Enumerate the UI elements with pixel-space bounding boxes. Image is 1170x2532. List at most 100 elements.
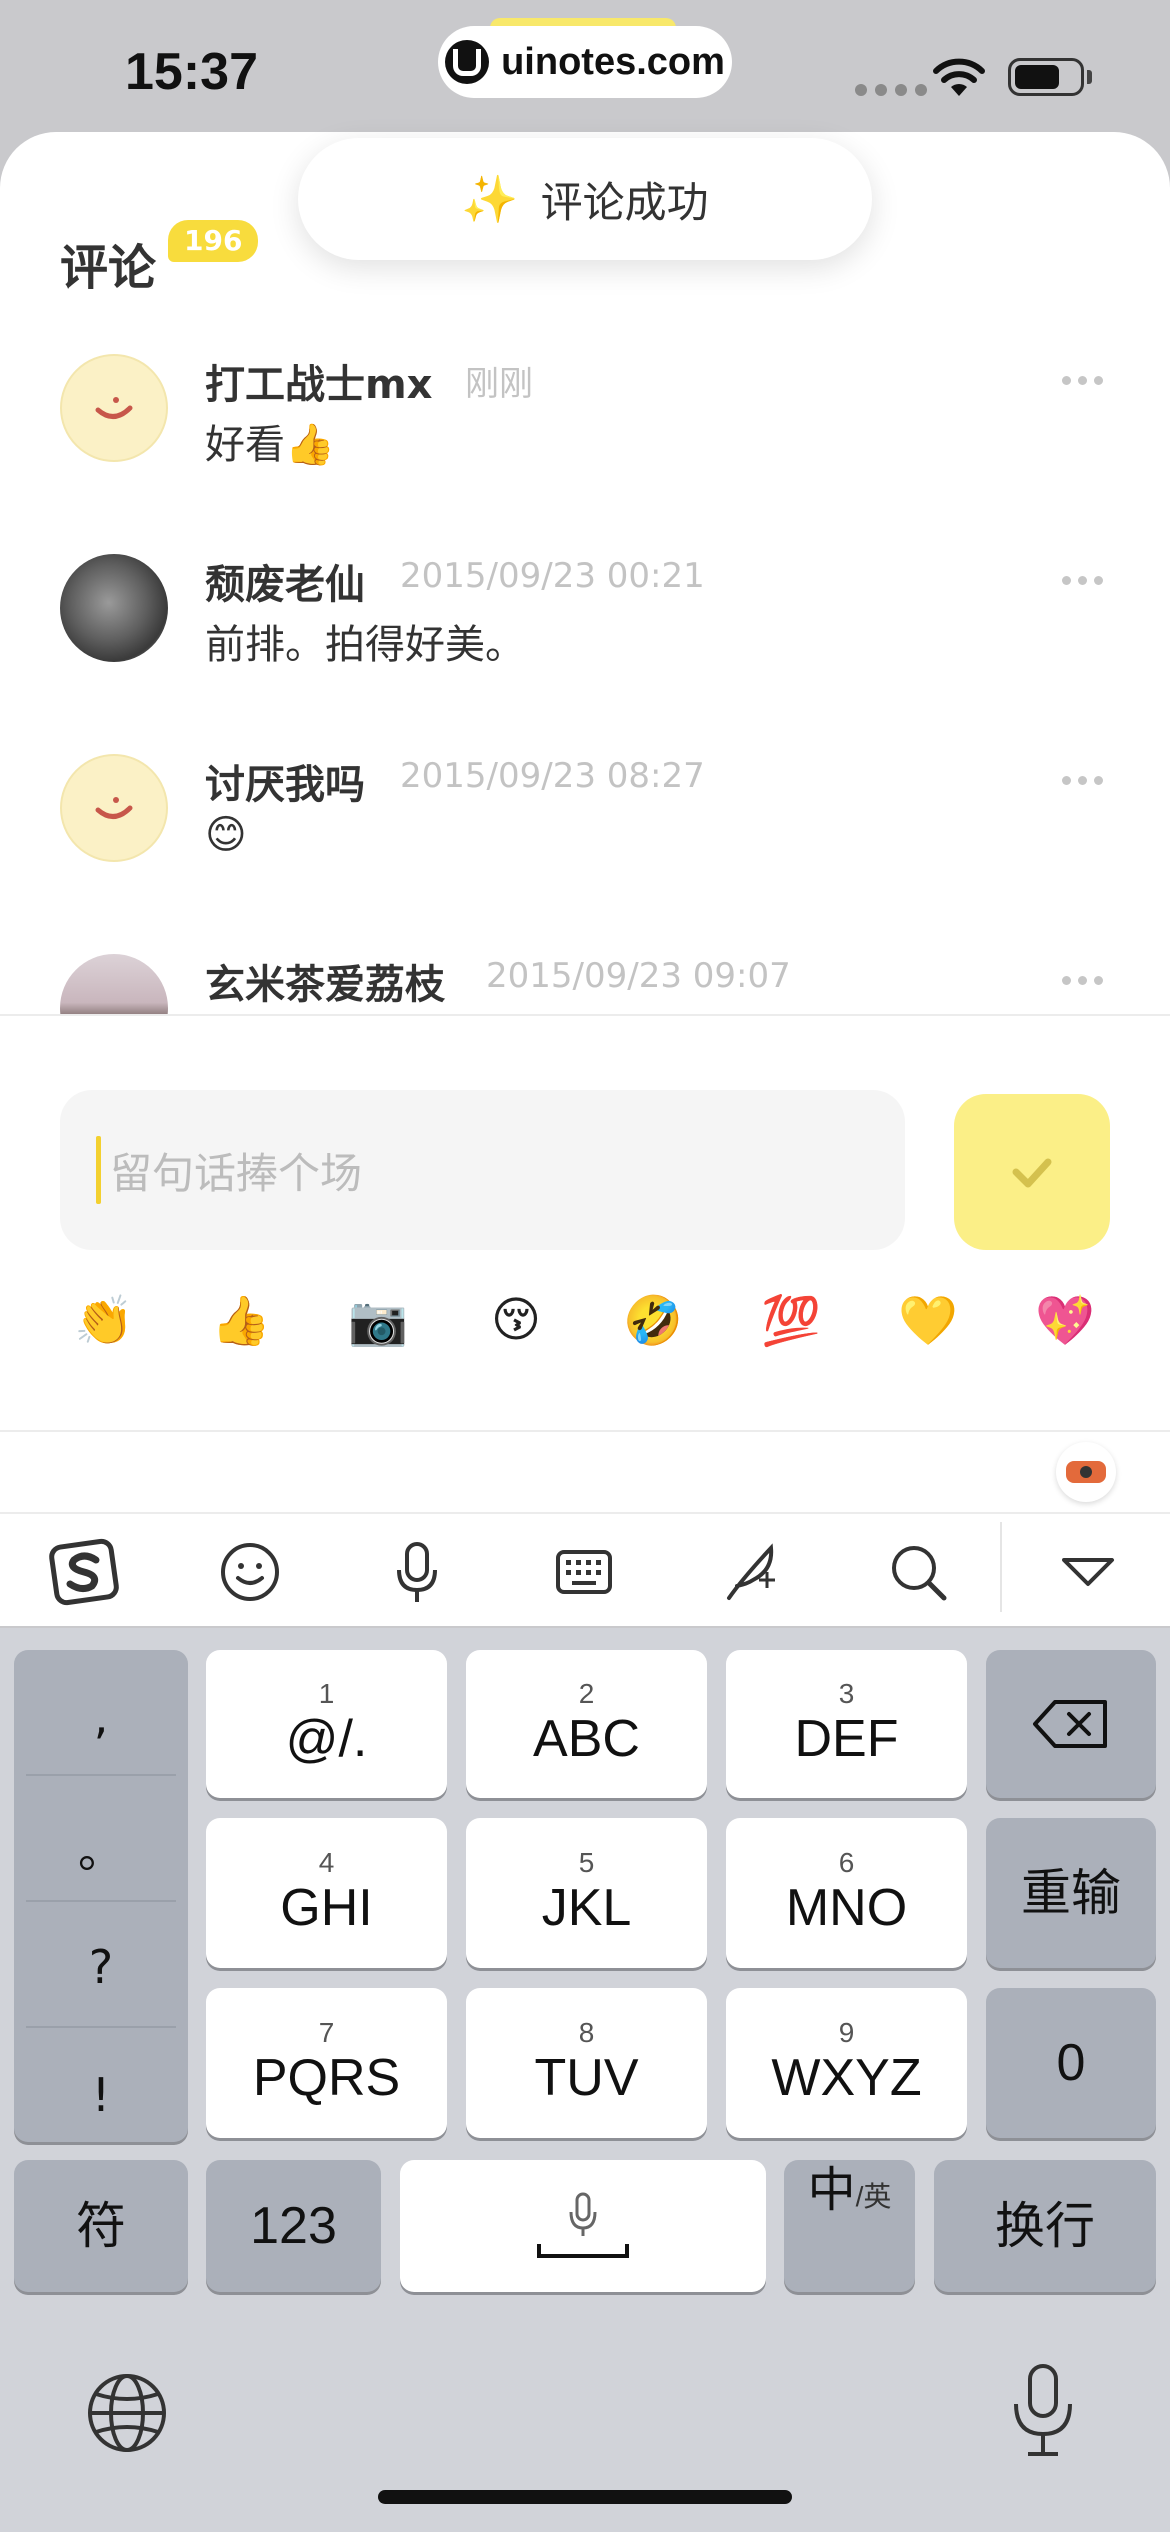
punct-comma-key[interactable]: , [14,1690,188,1744]
key-label: JKL [541,1879,632,1937]
emoji-sparkling-heart[interactable]: 💖 [1015,1292,1115,1349]
comment-time: 2015/09/23 00:21 [400,556,705,596]
key-label: DEF [794,1710,899,1768]
key-7[interactable]: 7 PQRS [206,1988,447,2138]
key-number: 8 [578,2017,595,2048]
uinotes-logo-icon [445,40,490,84]
comment-item[interactable]: 颓废老仙 2015/09/23 00:21 前排。拍得好美。 [0,532,1170,712]
return-key[interactable]: 换行 [934,2160,1156,2292]
language-switch-key[interactable]: 中 /英 [784,2160,915,2292]
send-button[interactable] [954,1094,1110,1250]
voice-input-icon[interactable] [381,1536,453,1608]
key-number: 1 [318,1678,335,1709]
more-options-icon[interactable] [1062,376,1103,385]
handwriting-feather-icon[interactable] [715,1536,787,1608]
toast-text: 评论成功 [540,177,709,227]
punct-period-key[interactable]: 。 [14,1815,188,1881]
divider [26,1900,176,1902]
avatar[interactable] [60,554,168,662]
avatar[interactable] [60,754,168,862]
divider [0,1014,1170,1016]
space-key[interactable] [400,2160,766,2292]
emoji-camera[interactable]: 📷 [328,1292,428,1349]
key-label: ABC [533,1710,640,1768]
backspace-key[interactable] [986,1650,1156,1798]
emoji-thumbs-up[interactable]: 👍 [191,1292,291,1349]
key-number: 2 [578,1678,595,1709]
comment-item[interactable]: 讨厌我吗 2015/09/23 08:27 😊 [0,732,1170,912]
key-label: PQRS [252,2049,401,2107]
emoji-kiss[interactable]: 😚 [466,1292,566,1348]
key-4[interactable]: 4 GHI [206,1818,447,1968]
comment-username[interactable]: 玄米茶爱荔枝 [205,952,445,1010]
home-indicator [378,2490,792,2504]
punctuation-column: , 。 ? ! [14,1650,188,2142]
comments-title: 评论 [60,240,157,296]
globe-icon[interactable] [84,2370,170,2456]
sparkles-icon: ✨ [461,171,519,226]
key-number: 5 [578,1847,595,1878]
status-bar: 15:37 uinotes.com [0,0,1170,140]
symbols-key[interactable]: 符 [14,2160,188,2292]
comment-input[interactable]: 留句话捧个场 [60,1090,905,1250]
comment-text: 前排。拍得好美。 [205,622,525,668]
sogou-logo-icon[interactable] [48,1536,120,1608]
numbers-key[interactable]: 123 [206,2160,381,2292]
comments-sheet: 评论 196 打工战士mx 刚刚 好看👍 颓废老仙 2015/09/23 00:… [0,132,1170,1512]
more-options-icon[interactable] [1062,576,1103,585]
comment-text: 😊 [205,812,247,858]
text-caret [96,1136,101,1204]
key-6[interactable]: 6 MNO [726,1818,967,1968]
battery-icon [1008,58,1084,96]
reenter-key[interactable]: 重输 [986,1818,1156,1968]
space-mic-icon [537,2192,629,2258]
avatar[interactable] [60,954,168,1014]
emoji-clap[interactable]: 👏 [54,1292,154,1349]
zero-key[interactable]: 0 [986,1988,1156,2138]
key-number: 9 [838,2017,855,2048]
key-2[interactable]: 2 ABC [466,1650,707,1798]
more-options-icon[interactable] [1062,976,1103,985]
avatar[interactable] [60,354,168,462]
punct-question-key[interactable]: ? [14,1940,188,1994]
comment-count-badge: 196 [168,220,259,262]
comment-text: 好看👍 [205,422,335,468]
key-sublabel: /英 [855,2181,892,2212]
key-3[interactable]: 3 DEF [726,1650,967,1798]
key-label: @/. [285,1710,368,1768]
emoji-100[interactable]: 💯 [741,1292,841,1349]
feedback-icon[interactable] [1056,1442,1116,1502]
keyboard-icon[interactable] [548,1536,620,1608]
quick-emoji-row: 👏 👍 📷 😚 🤣 💯 💛 💖 [0,1292,1170,1392]
key-1[interactable]: 1 @/. [206,1650,447,1798]
comment-username[interactable]: 打工战士mx [205,352,432,410]
key-5[interactable]: 5 JKL [466,1818,707,1968]
emoji-yellow-heart[interactable]: 💛 [878,1292,978,1349]
keyboard-toolbar [0,1512,1170,1626]
emoji-rofl[interactable]: 🤣 [603,1292,703,1349]
checkmark-icon [1012,1158,1052,1188]
comment-time: 刚刚 [465,364,533,404]
success-toast: ✨ 评论成功 [298,138,872,260]
comment-item[interactable]: 打工战士mx 刚刚 好看👍 [0,332,1170,512]
search-icon[interactable] [882,1536,954,1608]
emoji-keyboard-icon[interactable] [214,1536,286,1608]
key-label: 123 [250,2197,337,2255]
dictation-mic-icon[interactable] [1000,2362,1086,2462]
comment-item[interactable]: 玄米茶爱荔枝 2015/09/23 09:07 [0,932,1170,1014]
comment-username[interactable]: 讨厌我吗 [205,752,365,810]
smile-avatar-icon [95,397,133,419]
key-number: 7 [318,2017,335,2048]
punct-exclamation-key[interactable]: ! [14,2068,188,2122]
divider [26,2026,176,2028]
hide-keyboard-chevron-icon[interactable] [1052,1536,1124,1608]
key-9[interactable]: 9 WXYZ [726,1988,967,2138]
more-options-icon[interactable] [1062,776,1103,785]
battery-tip [1087,70,1092,84]
url-text: uinotes.com [501,40,725,83]
comment-username[interactable]: 颓废老仙 [205,552,365,610]
comment-time: 2015/09/23 08:27 [400,756,705,796]
signal-icon [855,84,927,96]
key-number: 6 [838,1847,855,1878]
key-8[interactable]: 8 TUV [466,1988,707,2138]
